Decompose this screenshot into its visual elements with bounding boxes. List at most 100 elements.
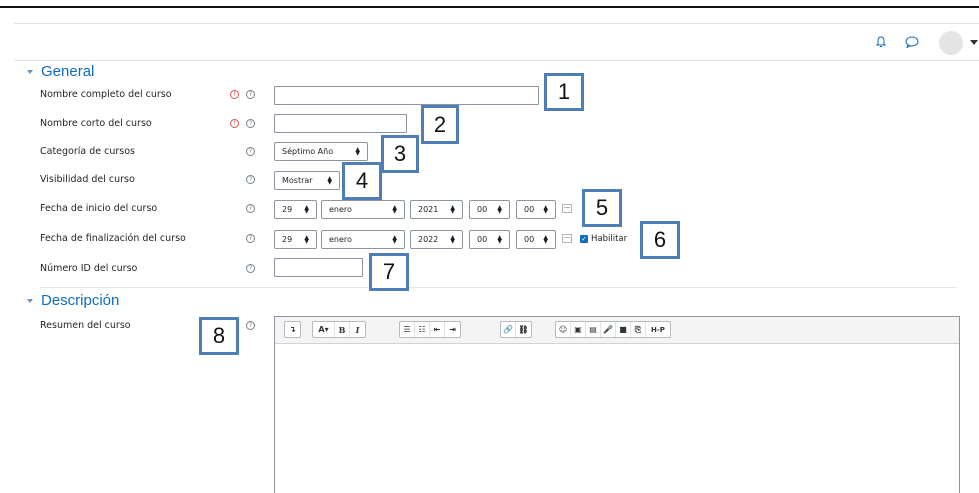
select-arrow-icon: ▲ ▼: [497, 234, 502, 245]
bell-icon[interactable]: [876, 36, 886, 48]
user-avatar[interactable]: [939, 31, 963, 55]
enddate-enable-label[interactable]: Habilitar: [591, 234, 627, 244]
select-arrow-icon: ▲ ▼: [304, 204, 309, 215]
toolbar-link-button[interactable]: 🔗: [501, 322, 516, 337]
toolbar-unlink-button[interactable]: ⛓: [516, 322, 531, 337]
category-select[interactable]: Séptimo Año ▲ ▼: [274, 142, 368, 161]
section-descripcion-header[interactable]: Descripción: [27, 292, 119, 309]
shortname-input[interactable]: [274, 114, 407, 133]
toolbar-group-collapse: ↴: [284, 321, 301, 338]
enddate-minute-select[interactable]: 00 ▲ ▼: [516, 230, 556, 249]
toolbar-group-links: 🔗 ⛓: [500, 321, 532, 338]
callout-3: 3: [381, 135, 419, 173]
help-icon[interactable]: ?: [246, 234, 255, 243]
toolbar-h5p-button[interactable]: H-P: [646, 322, 670, 337]
idnumber-label: Número ID del curso: [40, 263, 138, 274]
fullname-input[interactable]: [274, 86, 539, 105]
enddate-year-select[interactable]: 2022 ▲ ▼: [410, 230, 463, 249]
section-descripcion-title: Descripción: [41, 292, 120, 309]
toolbar-italic-button[interactable]: I: [350, 322, 365, 337]
select-arrow-icon: ▲ ▼: [392, 234, 397, 245]
toolbar-group-lists: ☰ ☷ ⇤ ⇥: [399, 321, 461, 338]
select-arrow-icon: ▲ ▼: [392, 204, 397, 215]
editor-toolbar: ↴ A▾ B I ☰ ☷ ⇤ ⇥ 🔗 ⛓ ☺ ▣ ▤ 🎤 ■ ⎘ H-P: [275, 317, 959, 344]
toolbar-record-audio-button[interactable]: 🎤: [601, 322, 616, 337]
toolbar-image-button[interactable]: ▣: [571, 322, 586, 337]
startdate-year-select[interactable]: 2021 ▲ ▼: [410, 200, 463, 219]
startdate-minute-value: 00: [524, 205, 535, 214]
required-icon: !: [230, 119, 239, 128]
toolbar-indent-button[interactable]: ⇥: [445, 322, 460, 337]
callout-7: 7: [369, 253, 409, 291]
enddate-day-value: 29: [282, 235, 293, 244]
help-icon[interactable]: ?: [246, 175, 255, 184]
toolbar-media-button[interactable]: ▤: [586, 322, 601, 337]
chat-icon[interactable]: [905, 36, 919, 48]
toolbar-emoji-button[interactable]: ☺: [556, 322, 571, 337]
help-icon[interactable]: ?: [246, 119, 255, 128]
startdate-day-select[interactable]: 29 ▲ ▼: [274, 200, 317, 219]
callout-2: 2: [421, 105, 459, 144]
section-general-header[interactable]: General: [27, 63, 94, 80]
startdate-hour-select[interactable]: 00 ▲ ▼: [469, 200, 510, 219]
summary-editor[interactable]: ↴ A▾ B I ☰ ☷ ⇤ ⇥ 🔗 ⛓ ☺ ▣ ▤ 🎤 ■ ⎘ H-P: [274, 316, 960, 493]
startdate-month-value: enero: [329, 205, 352, 214]
select-arrow-icon: ▲ ▼: [450, 204, 455, 215]
enddate-hour-value: 00: [477, 235, 488, 244]
select-arrow-icon: ▲ ▼: [327, 175, 332, 186]
help-icon[interactable]: ?: [246, 204, 255, 213]
help-icon[interactable]: ?: [246, 90, 255, 99]
visibility-select-value: Mostrar: [282, 176, 313, 185]
fullname-label: Nombre completo del curso: [40, 89, 172, 100]
idnumber-input[interactable]: [274, 258, 363, 277]
top-border-line: [0, 6, 979, 8]
required-icon: !: [230, 90, 239, 99]
calendar-icon[interactable]: [562, 204, 572, 213]
help-icon[interactable]: ?: [246, 147, 255, 156]
toolbar-outdent-button[interactable]: ⇤: [430, 322, 445, 337]
collapse-caret-icon: [27, 298, 33, 303]
calendar-icon[interactable]: [562, 234, 572, 243]
startdate-hour-value: 00: [477, 205, 488, 214]
toolbar-group-style: A▾ B I: [312, 321, 366, 338]
help-icon[interactable]: ?: [246, 264, 255, 273]
enddate-hour-select[interactable]: 00 ▲ ▼: [469, 230, 510, 249]
toolbar-record-video-button[interactable]: ■: [616, 322, 631, 337]
startdate-day-value: 29: [282, 205, 293, 214]
enddate-day-select[interactable]: 29 ▲ ▼: [274, 230, 317, 249]
select-arrow-icon: ▲ ▼: [355, 146, 360, 157]
select-arrow-icon: ▲ ▼: [304, 234, 309, 245]
help-icon[interactable]: ?: [246, 321, 255, 330]
section-general-title: General: [41, 63, 95, 80]
toolbar-bullet-list-button[interactable]: ☰: [400, 322, 415, 337]
toolbar-manage-files-button[interactable]: ⎘: [631, 322, 646, 337]
enddate-minute-value: 00: [524, 235, 535, 244]
toolbar-bold-button[interactable]: B: [335, 322, 350, 337]
startdate-month-select[interactable]: enero ▲ ▼: [321, 200, 405, 219]
callout-5: 5: [582, 189, 622, 227]
toolbar-style-button[interactable]: A▾: [313, 322, 335, 337]
top-navbar: [14, 23, 979, 61]
enddate-month-value: enero: [329, 235, 352, 244]
toolbar-numbered-list-button[interactable]: ☷: [415, 322, 430, 337]
callout-6: 6: [640, 221, 680, 259]
enddate-year-value: 2022: [418, 235, 439, 244]
category-label: Categoría de cursos: [40, 146, 136, 157]
startdate-year-value: 2021: [418, 205, 439, 214]
enddate-month-select[interactable]: enero ▲ ▼: [321, 230, 405, 249]
select-arrow-icon: ▲ ▼: [450, 234, 455, 245]
summary-label: Resumen del curso: [40, 320, 131, 331]
visibility-select[interactable]: Mostrar ▲ ▼: [274, 171, 340, 190]
select-arrow-icon: ▲ ▼: [543, 234, 548, 245]
shortname-label: Nombre corto del curso: [40, 118, 152, 129]
enddate-label: Fecha de finalización del curso: [40, 233, 186, 244]
callout-8: 8: [199, 317, 239, 355]
collapse-caret-icon: [27, 69, 33, 74]
toolbar-collapse-button[interactable]: ↴: [285, 322, 300, 337]
visibility-label: Visibilidad del curso: [40, 174, 135, 185]
callout-4: 4: [342, 162, 382, 200]
select-arrow-icon: ▲ ▼: [543, 204, 548, 215]
chevron-down-icon[interactable]: [970, 40, 978, 45]
startdate-minute-select[interactable]: 00 ▲ ▼: [516, 200, 556, 219]
enddate-enable-checkbox[interactable]: ✓: [580, 235, 588, 243]
